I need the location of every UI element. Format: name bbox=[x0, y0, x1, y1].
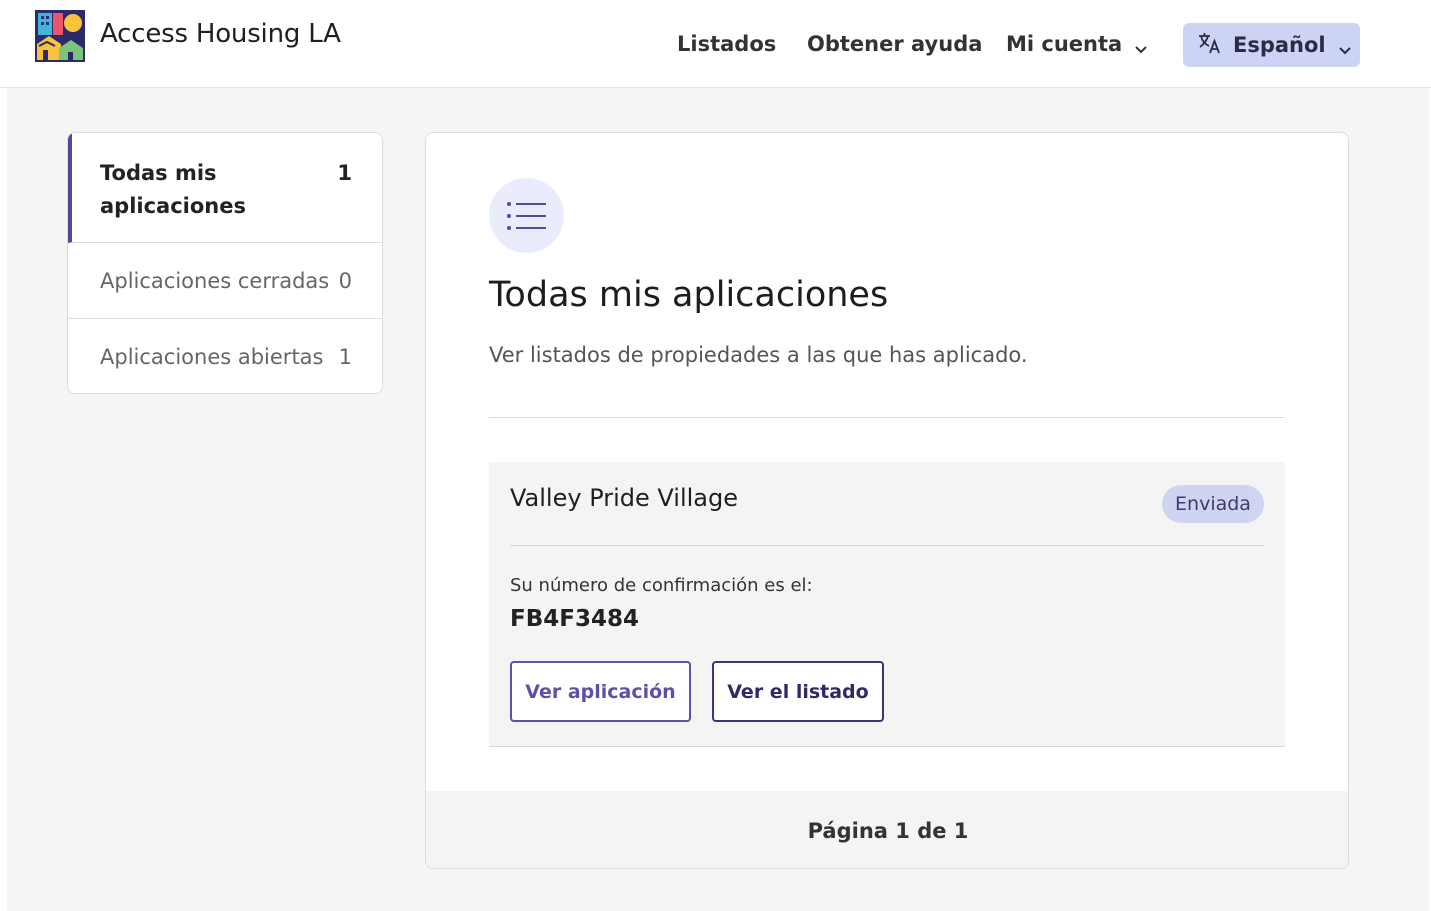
page-subtitle: Ver listados de propiedades a las que ha… bbox=[489, 343, 1028, 367]
sidebar-item-count: 1 bbox=[338, 345, 352, 369]
chevron-down-icon bbox=[1134, 37, 1148, 54]
site-header: Access Housing LA Listados Obtener ayuda… bbox=[0, 0, 1431, 88]
sidebar-item-all-applications[interactable]: Todas mis aplicaciones 1 bbox=[68, 133, 382, 243]
sidebar-item-count: 1 bbox=[337, 161, 352, 185]
sidebar-item-label: Aplicaciones cerradas bbox=[100, 268, 330, 293]
application-card: Valley Pride Village Enviada Su número d… bbox=[489, 462, 1285, 747]
site-title[interactable]: Access Housing LA bbox=[100, 19, 341, 49]
access-housing-la-logo[interactable] bbox=[35, 10, 85, 62]
list-icon bbox=[489, 178, 564, 253]
view-application-button[interactable]: Ver aplicación bbox=[510, 661, 691, 722]
nav-mi-cuenta[interactable]: Mi cuenta bbox=[1006, 32, 1148, 56]
nav-mi-cuenta-label: Mi cuenta bbox=[1006, 32, 1123, 56]
nav-listados[interactable]: Listados bbox=[677, 32, 776, 56]
confirmation-label: Su número de confirmación es el: bbox=[510, 575, 813, 596]
translate-icon bbox=[1197, 31, 1221, 60]
confirmation-number: FB4F3484 bbox=[510, 606, 639, 632]
language-label: Español bbox=[1233, 33, 1326, 57]
sidebar-item-label: Todas mis aplicaciones bbox=[100, 161, 246, 218]
page-title: Todas mis aplicaciones bbox=[489, 275, 889, 315]
view-listing-button[interactable]: Ver el listado bbox=[712, 661, 884, 722]
pagination: Página 1 de 1 bbox=[426, 791, 1348, 868]
applications-panel: Todas mis aplicaciones Ver listados de p… bbox=[425, 132, 1349, 869]
sidebar-item-closed-applications[interactable]: Aplicaciones cerradas 0 bbox=[68, 243, 382, 319]
sidebar-item-open-applications[interactable]: Aplicaciones abiertas 1 bbox=[68, 319, 382, 393]
sidebar-item-count: 0 bbox=[338, 268, 352, 293]
listing-name: Valley Pride Village bbox=[510, 484, 739, 512]
nav-obtener-ayuda[interactable]: Obtener ayuda bbox=[807, 32, 982, 56]
divider bbox=[510, 545, 1264, 546]
chevron-down-icon bbox=[1338, 38, 1352, 55]
divider bbox=[489, 417, 1285, 418]
status-badge: Enviada bbox=[1162, 485, 1264, 523]
applications-sidebar: Todas mis aplicaciones 1 Aplicaciones ce… bbox=[67, 132, 383, 394]
sidebar-item-label: Aplicaciones abiertas bbox=[100, 345, 324, 369]
language-selector[interactable]: Español bbox=[1183, 23, 1360, 67]
